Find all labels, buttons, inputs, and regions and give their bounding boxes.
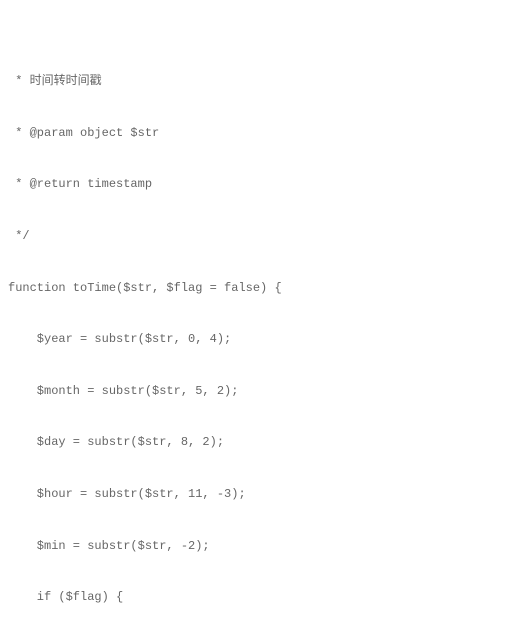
code-line: */ (8, 228, 517, 245)
code-line: * @return timestamp (8, 176, 517, 193)
code-line: if ($flag) { (8, 589, 517, 606)
code-line: $hour = substr($str, 11, -3); (8, 486, 517, 503)
code-line: $month = substr($str, 5, 2); (8, 383, 517, 400)
code-line: $day = substr($str, 8, 2); (8, 434, 517, 451)
code-line: * 时间转时间戳 (8, 73, 517, 90)
code-line: * @param object $str (8, 125, 517, 142)
code-line: function toTime($str, $flag = false) { (8, 280, 517, 297)
code-line: $min = substr($str, -2); (8, 538, 517, 555)
code-line: $year = substr($str, 0, 4); (8, 331, 517, 348)
